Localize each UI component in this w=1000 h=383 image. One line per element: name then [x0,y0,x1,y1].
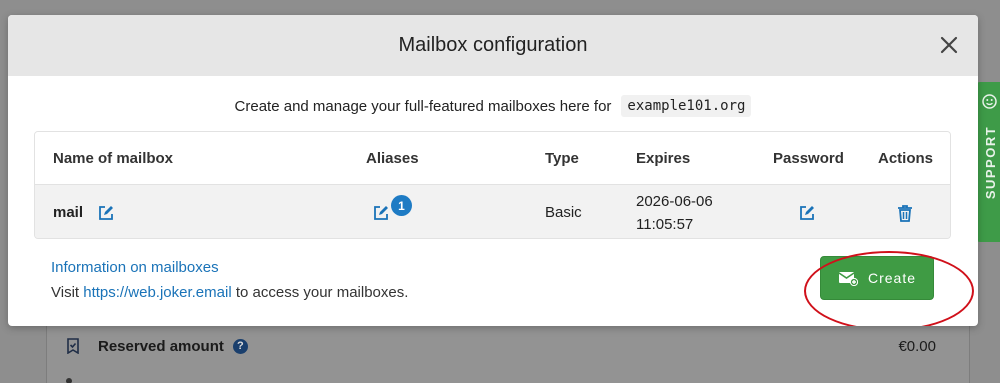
background-dot [66,378,72,383]
visit-suffix: to access your mailboxes. [235,284,409,301]
trash-icon[interactable] [897,204,913,222]
mailbox-name: mail [53,204,84,221]
password-cell [799,185,815,238]
expires-date: 2026-06-06 [636,192,713,210]
highlight-annotation [804,251,974,326]
alias-count-badge: 1 [391,195,412,216]
close-icon[interactable] [939,35,959,55]
header-password: Password [773,149,844,167]
aliases-cell [373,185,389,238]
mailbox-name-cell: mail [53,185,114,238]
support-label-wrap: SUPPORT [976,82,1000,242]
expires-cell: 2026-06-06 11:05:57 [636,185,713,238]
visit-line: Visit https://web.joker.email to access … [51,284,408,301]
edit-name-icon[interactable] [98,205,114,221]
webmail-link[interactable]: https://web.joker.email [83,284,231,301]
reserved-amount-row: Reserved amount ? €0.00 [66,332,936,360]
header-actions: Actions [878,149,934,167]
header-name: Name of mailbox [53,149,174,167]
table-header: Name of mailbox Aliases Type Expires Pas… [35,132,950,185]
header-aliases: Aliases [366,149,419,167]
actions-cell [897,185,913,238]
header-type: Type [545,149,579,167]
help-icon[interactable]: ? [232,338,248,354]
reserved-amount-label: Reserved amount [98,337,224,355]
intro-text: Create and manage your full-featured mai… [234,97,612,115]
header-expires: Expires [636,149,691,167]
mailbox-table: Name of mailbox Aliases Type Expires Pas… [34,131,951,239]
support-tab[interactable]: SUPPORT [976,82,1000,242]
reserved-amount-value: €0.00 [898,337,936,355]
modal-title: Mailbox configuration [398,34,588,56]
edit-aliases-icon[interactable] [373,205,389,221]
intro-line: Create and manage your full-featured mai… [8,95,978,117]
visit-prefix: Visit [51,284,80,301]
mailbox-type: Basic [545,204,582,221]
badge-check-icon [66,338,80,355]
edit-password-icon[interactable] [799,205,815,221]
table-row: mail 1 Basic 2026-06-06 11:05:57 [35,185,950,238]
support-label: SUPPORT [983,125,999,199]
domain-code: example101.org [621,95,752,117]
modal-header: Mailbox configuration [8,15,978,76]
expires-time: 11:05:57 [636,215,694,233]
info-mailboxes-link[interactable]: Information on mailboxes [51,259,219,276]
mailbox-config-modal: Mailbox configuration Create and manage … [8,15,978,326]
